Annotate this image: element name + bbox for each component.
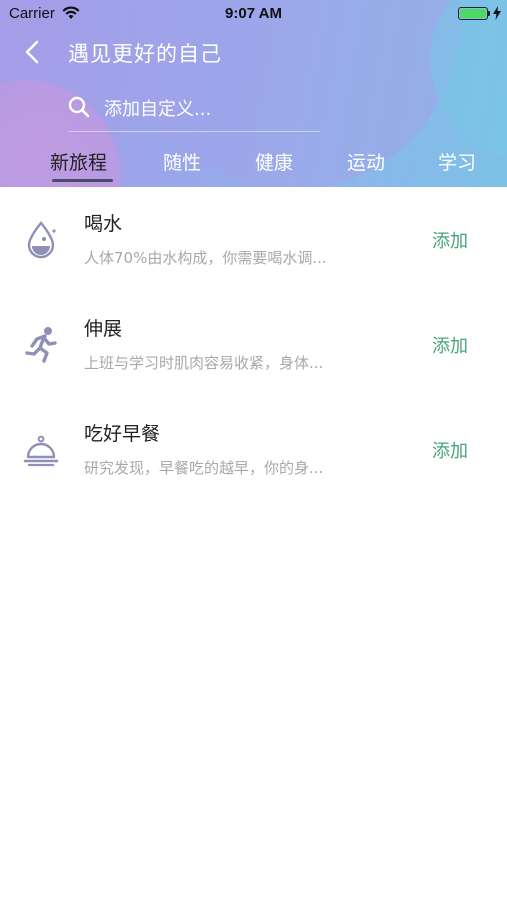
add-button[interactable]: 添加 [432, 437, 468, 463]
search-input[interactable]: 添加自定义... [68, 92, 320, 132]
running-person-icon [25, 327, 57, 363]
page-title: 遇见更好的自己 [68, 42, 222, 66]
item-title: 喝水 [84, 213, 123, 235]
item-title: 伸展 [84, 318, 123, 340]
battery-icon [458, 7, 488, 20]
category-tabs: 新旅程 随性 健康 运动 学习 [0, 140, 507, 186]
list-item[interactable]: 伸展 上班与学习时肌肉容易收紧，身体... 添加 [0, 292, 507, 397]
header: Carrier 9:07 AM 遇见更好的自己 添加自定义... 新旅程 随性 … [0, 0, 507, 187]
tab-sport[interactable]: 运动 [347, 148, 385, 175]
tab-health[interactable]: 健康 [255, 148, 293, 175]
tab-new-journey[interactable]: 新旅程 [50, 148, 107, 175]
status-time: 9:07 AM [225, 5, 282, 22]
tab-casual[interactable]: 随性 [163, 148, 201, 175]
active-tab-indicator [52, 179, 113, 182]
item-description: 研究发现，早餐吃的越早，你的身... [84, 459, 324, 477]
search-icon [68, 96, 90, 118]
battery-nub [488, 11, 490, 16]
list-item[interactable]: 喝水 人体70%由水构成，你需要喝水调... 添加 [0, 187, 507, 292]
item-description: 人体70%由水构成，你需要喝水调... [84, 249, 327, 267]
search-placeholder: 添加自定义... [104, 99, 212, 120]
charging-bolt-icon [493, 6, 501, 20]
tab-study[interactable]: 学习 [438, 148, 476, 175]
item-title: 吃好早餐 [84, 423, 161, 445]
status-bar: Carrier 9:07 AM [0, 0, 507, 28]
add-button[interactable]: 添加 [432, 227, 468, 253]
water-drop-icon [27, 221, 56, 259]
list-item[interactable]: 吃好早餐 研究发现，早餐吃的越早，你的身... 添加 [0, 397, 507, 502]
add-button[interactable]: 添加 [432, 332, 468, 358]
back-chevron-icon[interactable] [22, 40, 44, 64]
food-cloche-icon [23, 435, 59, 467]
item-description: 上班与学习时肌肉容易收紧，身体... [84, 354, 324, 372]
